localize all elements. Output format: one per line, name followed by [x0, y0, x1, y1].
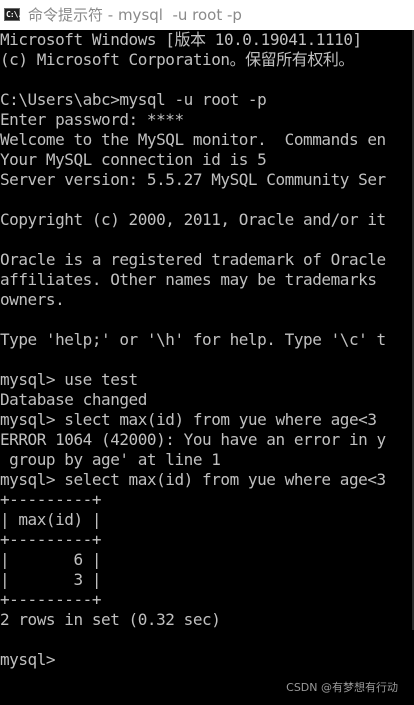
- console-line: Microsoft Windows [版本 10.0.19041.1110]: [0, 30, 362, 49]
- console-line: mysql>: [0, 650, 56, 669]
- console-line: mysql> select max(id) from yue where age…: [0, 470, 386, 489]
- console-output[interactable]: Microsoft Windows [版本 10.0.19041.1110] (c…: [0, 30, 414, 705]
- console-line: +---------+: [0, 490, 102, 509]
- console-line: mysql> slect max(id) from yue where age<…: [0, 410, 377, 429]
- console-line: +---------+: [0, 590, 102, 609]
- console-line: Database changed: [0, 390, 147, 409]
- console-line: Your MySQL connection id is 5: [0, 150, 267, 169]
- console-line: (c) Microsoft Corporation。保留所有权利。: [0, 50, 354, 69]
- console-line: Server version: 5.5.27 MySQL Community S…: [0, 170, 386, 189]
- watermark: CSDN @有梦想有行动: [286, 681, 398, 694]
- console-line: Copyright (c) 2000, 2011, Oracle and/or …: [0, 210, 386, 229]
- console-line: Welcome to the MySQL monitor. Commands e…: [0, 130, 386, 149]
- cmd-icon[interactable]: C:\.: [4, 8, 22, 21]
- console-line: Oracle is a registered trademark of Orac…: [0, 250, 386, 269]
- console-line: +---------+: [0, 530, 102, 549]
- cmd-icon-glyph: C:\.: [6, 10, 22, 19]
- console-line: | 3 |: [0, 570, 102, 589]
- console-line: owners.: [0, 290, 65, 309]
- window-title: 命令提示符 - mysql -u root -p: [28, 6, 242, 24]
- console-line: | max(id) |: [0, 510, 102, 529]
- console-line: Type 'help;' or '\h' for help. Type '\c'…: [0, 330, 386, 349]
- console-line: Enter password: ****: [0, 110, 184, 129]
- console-line: 2 rows in set (0.32 sec): [0, 610, 221, 629]
- console-line: | 6 |: [0, 550, 102, 569]
- console-line: group by age' at line 1: [0, 450, 221, 469]
- title-bar[interactable]: C:\. 命令提示符 - mysql -u root -p: [0, 0, 414, 30]
- console-line: C:\Users\abc>mysql -u root -p: [0, 90, 267, 109]
- console-line: affiliates. Other names may be trademark…: [0, 270, 377, 289]
- console-line: mysql> use test: [0, 370, 138, 389]
- console-line: ERROR 1064 (42000): You have an error in…: [0, 430, 386, 449]
